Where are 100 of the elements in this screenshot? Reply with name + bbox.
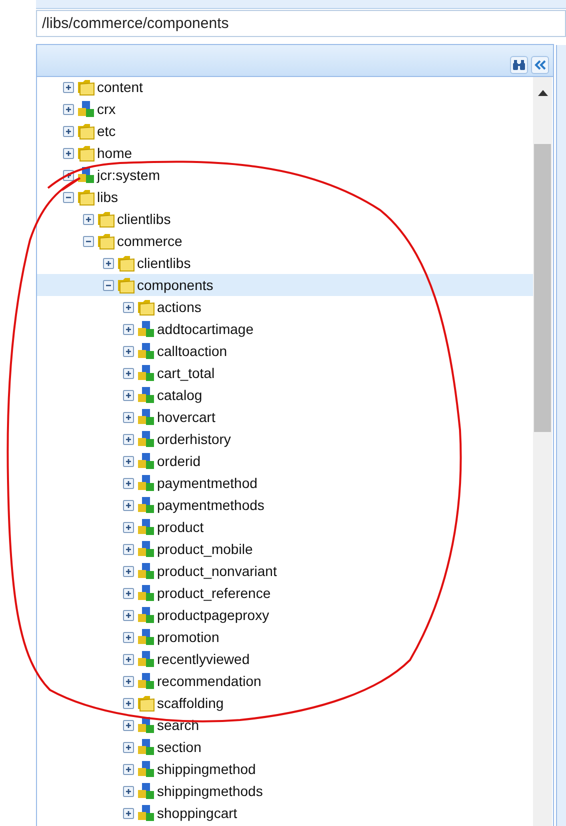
tree-row[interactable]: shippingmethods <box>37 780 533 802</box>
node-label[interactable]: shoppingcart <box>157 805 238 821</box>
node-label[interactable]: product_reference <box>157 585 271 601</box>
node-label[interactable]: crx <box>97 101 116 117</box>
scroll-up-arrow-icon[interactable] <box>536 89 548 97</box>
expand-toggle-icon[interactable] <box>83 214 94 224</box>
node-label[interactable]: paymentmethod <box>157 475 258 491</box>
tree-row[interactable]: orderid <box>37 450 533 472</box>
node-label[interactable]: product <box>157 519 204 535</box>
tree-row[interactable]: product_reference <box>37 582 533 604</box>
collapse-button[interactable] <box>531 56 549 74</box>
node-label[interactable]: scaffolding <box>157 695 224 711</box>
tree-row[interactable]: paymentmethods <box>37 494 533 516</box>
tree-row[interactable]: promotion <box>37 626 533 648</box>
node-label[interactable]: hovercart <box>157 409 216 425</box>
tree-row[interactable]: crx <box>37 98 533 120</box>
tree-row[interactable]: paymentmethod <box>37 472 533 494</box>
expand-toggle-icon[interactable] <box>123 808 134 818</box>
node-label[interactable]: calltoaction <box>157 343 228 359</box>
expand-toggle-icon[interactable] <box>123 368 134 378</box>
expand-toggle-icon[interactable] <box>123 786 134 796</box>
tree-row[interactable]: product_nonvariant <box>37 560 533 582</box>
expand-toggle-icon[interactable] <box>63 126 74 136</box>
expand-toggle-icon[interactable] <box>103 258 114 268</box>
tree-row[interactable]: product_mobile <box>37 538 533 560</box>
expand-toggle-icon[interactable] <box>123 390 134 400</box>
tree-row[interactable]: orderhistory <box>37 428 533 450</box>
node-label[interactable]: section <box>157 739 202 755</box>
expand-toggle-icon[interactable] <box>123 698 134 708</box>
node-label[interactable]: productpageproxy <box>157 607 270 623</box>
expand-toggle-icon[interactable] <box>123 742 134 752</box>
expand-toggle-icon[interactable] <box>123 720 134 730</box>
expand-toggle-icon[interactable] <box>63 82 74 92</box>
node-label[interactable]: cart_total <box>157 365 215 381</box>
tree-row[interactable]: hovercart <box>37 406 533 428</box>
expand-toggle-icon[interactable] <box>123 324 134 334</box>
node-label[interactable]: product_mobile <box>157 541 253 557</box>
node-label[interactable]: commerce <box>117 233 182 249</box>
node-label[interactable]: recommendation <box>157 673 262 689</box>
scrollbar[interactable] <box>533 77 552 826</box>
expand-toggle-icon[interactable] <box>63 148 74 158</box>
node-label[interactable]: orderid <box>157 453 201 469</box>
expand-toggle-icon[interactable] <box>123 544 134 554</box>
collapse-toggle-icon[interactable] <box>103 280 114 290</box>
node-label[interactable]: components <box>137 277 214 293</box>
expand-toggle-icon[interactable] <box>123 522 134 532</box>
node-label[interactable]: recentlyviewed <box>157 651 250 667</box>
tree-row[interactable]: productpageproxy <box>37 604 533 626</box>
tree-row[interactable]: calltoaction <box>37 340 533 362</box>
expand-toggle-icon[interactable] <box>123 610 134 620</box>
node-label[interactable]: etc <box>97 123 116 139</box>
search-button[interactable] <box>510 56 528 74</box>
tree-row[interactable]: clientlibs <box>37 252 533 274</box>
tree-row[interactable]: shippingmethod <box>37 758 533 780</box>
node-label[interactable]: content <box>97 79 143 95</box>
tree-row[interactable]: shoppingcart <box>37 802 533 824</box>
expand-toggle-icon[interactable] <box>123 302 134 312</box>
expand-toggle-icon[interactable] <box>123 566 134 576</box>
node-label[interactable]: orderhistory <box>157 431 231 447</box>
node-label[interactable]: promotion <box>157 629 220 645</box>
expand-toggle-icon[interactable] <box>123 654 134 664</box>
node-label[interactable]: product_nonvariant <box>157 563 277 579</box>
tree-row[interactable]: recentlyviewed <box>37 648 533 670</box>
tree-row[interactable]: scaffolding <box>37 692 533 714</box>
tree-row[interactable]: recommendation <box>37 670 533 692</box>
expand-toggle-icon[interactable] <box>123 456 134 466</box>
tree-row[interactable]: product <box>37 516 533 538</box>
tree-row[interactable]: clientlibs <box>37 208 533 230</box>
tree-row[interactable]: libs <box>37 186 533 208</box>
tree-row[interactable]: components <box>37 274 533 296</box>
scrollbar-thumb[interactable] <box>534 144 551 432</box>
collapse-toggle-icon[interactable] <box>83 236 94 246</box>
expand-toggle-icon[interactable] <box>63 104 74 114</box>
expand-toggle-icon[interactable] <box>123 588 134 598</box>
expand-toggle-icon[interactable] <box>123 676 134 686</box>
node-label[interactable]: actions <box>157 299 202 315</box>
node-label[interactable]: home <box>97 145 132 161</box>
expand-toggle-icon[interactable] <box>123 632 134 642</box>
tree-row[interactable]: search <box>37 714 533 736</box>
tree-row[interactable]: cart_total <box>37 362 533 384</box>
node-label[interactable]: shippingmethods <box>157 783 263 799</box>
tree-row[interactable]: content <box>37 76 533 98</box>
tree-row[interactable]: section <box>37 736 533 758</box>
path-field[interactable]: /libs/commerce/components <box>36 10 566 37</box>
node-label[interactable]: clientlibs <box>117 211 171 227</box>
expand-toggle-icon[interactable] <box>123 412 134 422</box>
node-label[interactable]: jcr:system <box>97 167 160 183</box>
node-label[interactable]: paymentmethods <box>157 497 264 513</box>
node-label[interactable]: addtocartimage <box>157 321 254 337</box>
node-label[interactable]: shippingmethod <box>157 761 256 777</box>
tree-row[interactable]: actions <box>37 296 533 318</box>
tree-row[interactable]: catalog <box>37 384 533 406</box>
expand-toggle-icon[interactable] <box>123 500 134 510</box>
tree-row[interactable]: home <box>37 142 533 164</box>
expand-toggle-icon[interactable] <box>123 478 134 488</box>
collapse-toggle-icon[interactable] <box>63 192 74 202</box>
node-label[interactable]: search <box>157 717 200 733</box>
tree-row[interactable]: commerce <box>37 230 533 252</box>
node-label[interactable]: clientlibs <box>137 255 191 271</box>
expand-toggle-icon[interactable] <box>123 346 134 356</box>
